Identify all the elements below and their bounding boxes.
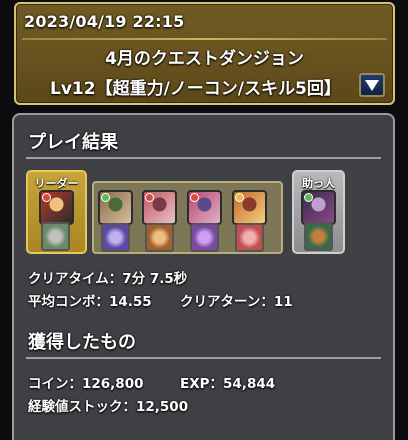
leader-assist-icon[interactable]	[41, 222, 70, 251]
triangle-down-icon	[365, 79, 379, 91]
section-divider	[26, 357, 381, 359]
leader-label: リーダー	[34, 177, 79, 190]
coin-reward: コイン：126,800	[28, 376, 144, 392]
play-result-panel: プレイ結果 リーダー 助っ人 クリアタイム：7分 7.5秒 平均コンボ：14.5…	[12, 113, 395, 440]
exp-reward: EXP：54,844	[180, 376, 276, 392]
helper-assist-icon[interactable]	[304, 222, 333, 251]
leader-slot[interactable]: リーダー	[26, 170, 87, 254]
member-1-portrait[interactable]	[98, 190, 133, 225]
member-1-assist-icon[interactable]	[101, 223, 130, 252]
member-3-portrait[interactable]	[187, 190, 222, 225]
expand-dropdown-button[interactable]	[359, 73, 385, 97]
member-3-assist-icon[interactable]	[190, 223, 219, 252]
helper-monster-portrait[interactable]	[301, 190, 336, 225]
section-divider	[26, 157, 381, 159]
helper-slot[interactable]: 助っ人	[292, 170, 345, 254]
average-combo: 平均コンボ：14.55	[28, 294, 152, 310]
play-result-heading: プレイ結果	[28, 132, 118, 153]
team-members-slot	[92, 181, 283, 254]
member-4-portrait[interactable]	[232, 190, 267, 225]
member-4-assist-icon[interactable]	[235, 223, 264, 252]
header-divider	[22, 38, 387, 40]
helper-label: 助っ人	[302, 177, 335, 190]
member-2-assist-icon[interactable]	[145, 223, 174, 252]
clear-turns: クリアターン：11	[180, 294, 293, 310]
member-2-portrait[interactable]	[142, 190, 177, 225]
play-datetime: 2023/04/19 22:15	[24, 12, 185, 31]
leader-monster-portrait[interactable]	[39, 190, 74, 225]
dungeon-subtitle: Lv12【超重力/ノーコン/スキル5回】	[50, 79, 341, 99]
rewards-heading: 獲得したもの	[28, 332, 136, 353]
clear-time: クリアタイム：7分 7.5秒	[28, 271, 188, 287]
dungeon-title: 4月のクエストダンジョン	[105, 49, 304, 69]
dungeon-header: 2023/04/19 22:15 4月のクエストダンジョン Lv12【超重力/ノ…	[14, 2, 395, 105]
exp-stock-reward: 経験値ストック：12,500	[28, 399, 189, 415]
